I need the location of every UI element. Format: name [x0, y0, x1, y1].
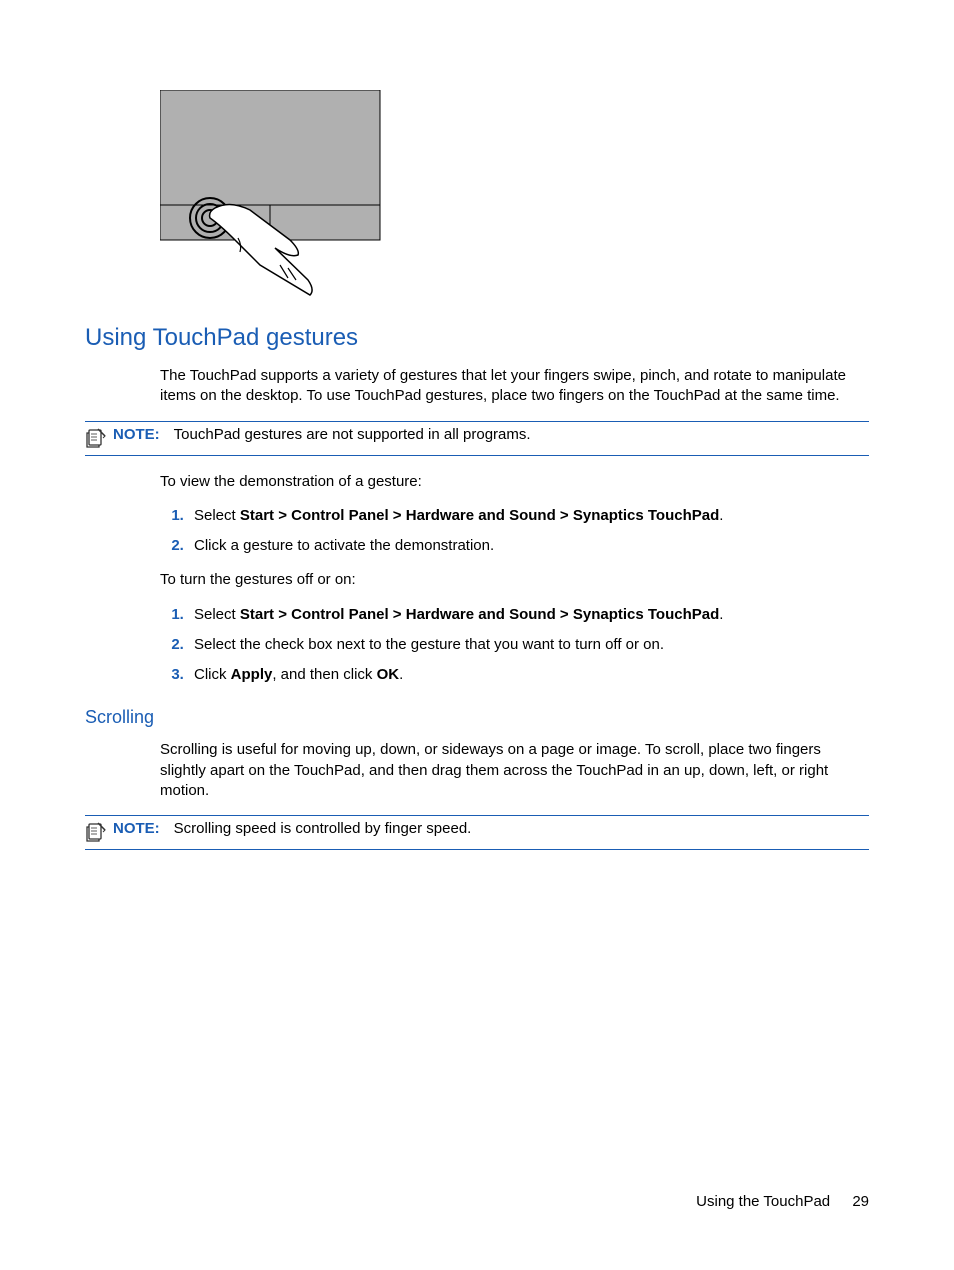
step-bold: Apply — [231, 666, 273, 683]
step-bold: OK — [377, 666, 400, 683]
note-icon — [85, 427, 107, 449]
toggle-intro: To turn the gestures off or on: — [160, 570, 869, 590]
note-label: NOTE: — [113, 820, 160, 837]
steps-toggle-gestures: Select Start > Control Panel > Hardware … — [160, 605, 869, 686]
step-path: Start > Control Panel > Hardware and Sou… — [240, 507, 719, 524]
note-label: NOTE: — [113, 426, 160, 443]
page-footer: Using the TouchPad 29 — [696, 1193, 869, 1210]
scrolling-paragraph: Scrolling is useful for moving up, down,… — [160, 740, 869, 801]
footer-section-title: Using the TouchPad — [696, 1193, 830, 1210]
note-scrolling-speed: NOTE: Scrolling speed is controlled by fi… — [85, 815, 869, 850]
footer-page-number: 29 — [852, 1193, 869, 1210]
step-item: Click a gesture to activate the demonstr… — [188, 536, 869, 556]
heading-using-touchpad-gestures: Using TouchPad gestures — [85, 324, 869, 352]
note-text: Scrolling speed is controlled by finger … — [174, 820, 472, 837]
view-demo-intro: To view the demonstration of a gesture: — [160, 472, 869, 492]
steps-view-demo: Select Start > Control Panel > Hardware … — [160, 506, 869, 557]
note-text: TouchPad gestures are not supported in a… — [174, 426, 531, 443]
step-text: Select — [194, 507, 240, 524]
step-item: Select Start > Control Panel > Hardware … — [188, 605, 869, 625]
step-path: Start > Control Panel > Hardware and Sou… — [240, 606, 719, 623]
intro-paragraph: The TouchPad supports a variety of gestu… — [160, 366, 869, 407]
step-text: Select — [194, 606, 240, 623]
step-item: Click Apply, and then click OK. — [188, 665, 869, 685]
heading-scrolling: Scrolling — [85, 707, 869, 728]
step-text: , and then click — [272, 666, 376, 683]
note-icon — [85, 821, 107, 843]
step-text: . — [399, 666, 403, 683]
step-text: . — [719, 507, 723, 524]
step-item: Select the check box next to the gesture… — [188, 635, 869, 655]
note-gestures-support: NOTE: TouchPad gestures are not supported… — [85, 421, 869, 456]
step-text: Click — [194, 666, 231, 683]
step-text: . — [719, 606, 723, 623]
step-item: Select Start > Control Panel > Hardware … — [188, 506, 869, 526]
touchpad-illustration — [160, 90, 869, 304]
